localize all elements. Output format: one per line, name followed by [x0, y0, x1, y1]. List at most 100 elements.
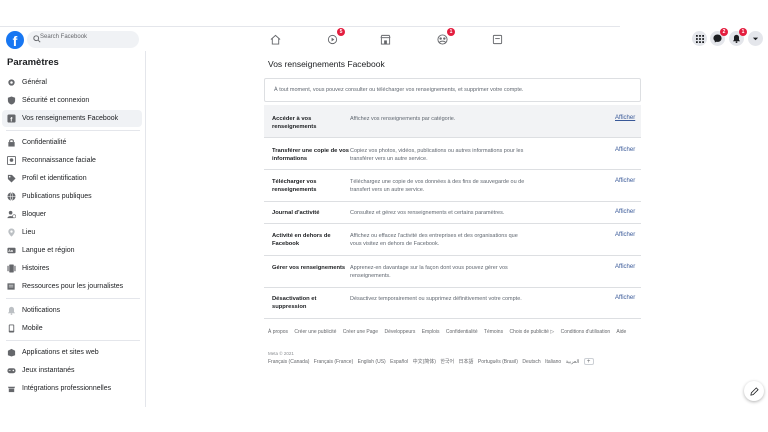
sidebar-item-mobile[interactable]: Mobile: [2, 320, 142, 337]
row-label: Journal d'activité: [272, 210, 320, 216]
sidebar-item-face-recognition[interactable]: Reconnaissance faciale: [2, 152, 142, 169]
messenger-icon[interactable]: 2: [710, 28, 728, 46]
language-link[interactable]: Français (Canada): [268, 359, 309, 365]
row-label: Activité en dehors de Facebook: [272, 233, 331, 247]
stories-icon: [7, 264, 16, 273]
sidebar-item-your-facebook-information[interactable]: f Vos renseignements Facebook: [2, 110, 142, 127]
sidebar-item-label: Général: [22, 79, 47, 86]
more-languages-button[interactable]: +: [583, 358, 594, 366]
bell-icon: [7, 306, 16, 315]
sidebar-item-location[interactable]: Lieu: [2, 224, 142, 241]
sidebar-item-journalist-resources[interactable]: Ressources pour les journalistes: [2, 278, 142, 295]
footer-link[interactable]: Confidentialité: [446, 329, 478, 335]
table-row[interactable]: Activité en dehors de Facebook Affichez …: [264, 223, 641, 255]
row-label: Transférer une copie de vos informations: [272, 148, 349, 162]
row-description: Affichez vos renseignements par catégori…: [350, 116, 456, 122]
sidebar-item-label: Confidentialité: [22, 139, 67, 146]
row-label: Accéder à vos renseignements: [272, 116, 317, 130]
watch-icon[interactable]: 5: [325, 28, 345, 45]
table-row[interactable]: Gérer vos renseignements Apprenez-en dav…: [264, 255, 641, 287]
language-icon: Aa: [7, 246, 16, 255]
row-label: Télécharger vos renseignements: [272, 179, 317, 193]
footer-link[interactable]: Développeurs: [384, 329, 415, 335]
language-link[interactable]: العربية: [566, 359, 580, 365]
row-view-link[interactable]: Afficher: [615, 232, 635, 238]
footer-link[interactable]: Créer une Page: [343, 329, 378, 335]
row-label: Désactivation et suppression: [272, 296, 317, 310]
language-link[interactable]: Español: [390, 359, 408, 365]
row-view-link[interactable]: Afficher: [615, 295, 635, 301]
table-row[interactable]: Désactivation et suppression Désactivez …: [264, 287, 641, 318]
row-description: Désactivez temporairement ou supprimez d…: [350, 296, 522, 302]
sidebar-item-business-integrations[interactable]: Intégrations professionnelles: [2, 380, 142, 397]
row-view-link[interactable]: Afficher: [615, 115, 635, 121]
language-link[interactable]: 日本語: [459, 359, 474, 365]
sidebar-item-blocking[interactable]: Bloquer: [2, 206, 142, 223]
table-row[interactable]: Télécharger vos renseignements Télécharg…: [264, 169, 641, 201]
facebook-icon: f: [7, 114, 16, 123]
footer-link[interactable]: Emplois: [422, 329, 440, 335]
notifications-bell-icon[interactable]: 1: [729, 28, 747, 46]
footer-link[interactable]: Conditions d'utilisation: [561, 329, 611, 335]
table-row[interactable]: Journal d'activité Consultez et gérez vo…: [264, 201, 641, 223]
sidebar-item-general[interactable]: Général: [2, 74, 142, 91]
row-view-link[interactable]: Afficher: [615, 264, 635, 270]
sidebar-item-label: Notifications: [22, 307, 61, 314]
sidebar-item-security[interactable]: Sécurité et connexion: [2, 92, 142, 109]
sidebar-item-label: Sécurité et connexion: [22, 97, 90, 104]
sidebar-item-public-posts[interactable]: Publications publiques: [2, 188, 142, 205]
row-label: Gérer vos renseignements: [272, 265, 346, 271]
footer-link[interactable]: Créer une publicité: [294, 329, 336, 335]
block-icon: [7, 210, 16, 219]
account-menu-chevron-down-icon[interactable]: [748, 31, 763, 46]
sidebar-item-apps-websites[interactable]: Applications et sites web: [2, 344, 142, 361]
business-icon: [7, 384, 16, 393]
marketplace-icon[interactable]: [378, 33, 392, 45]
sidebar-item-stories[interactable]: Histoires: [2, 260, 142, 277]
sidebar-item-label: Intégrations professionnelles: [22, 385, 112, 392]
language-link[interactable]: 한국어: [440, 359, 454, 365]
footer-link[interactable]: Témoins: [484, 329, 503, 335]
table-row[interactable]: Accéder à vos renseignements Affichez vo…: [264, 105, 641, 137]
row-view-link[interactable]: Afficher: [615, 209, 635, 215]
footer-link[interactable]: Choix de publicité ▷: [509, 329, 554, 335]
footer-link[interactable]: Aide: [616, 329, 626, 335]
language-link[interactable]: English (US): [358, 359, 386, 365]
page-title: Vos renseignements Facebook: [268, 59, 385, 69]
footer-link[interactable]: À propos: [268, 329, 288, 335]
footer-links: À propos Créer une publicité Créer une P…: [268, 329, 631, 335]
menu-grid-icon[interactable]: [692, 31, 707, 46]
row-view-link[interactable]: Afficher: [615, 178, 635, 184]
search-input[interactable]: Search Facebook: [27, 31, 139, 48]
shield-icon: [7, 96, 16, 105]
language-link[interactable]: Français (France): [314, 359, 353, 365]
language-link[interactable]: Deutsch: [522, 359, 540, 365]
copyright: Meta © 2021: [268, 351, 294, 356]
sidebar-item-label: Bloquer: [22, 211, 47, 218]
sidebar-item-label: Vos renseignements Facebook: [22, 115, 119, 122]
sidebar-divider: [6, 130, 140, 131]
language-link[interactable]: Português (Brasil): [478, 359, 518, 365]
lock-icon: [7, 138, 16, 147]
groups-icon[interactable]: 1: [435, 28, 455, 45]
home-icon[interactable]: [268, 33, 282, 45]
tag-icon: [7, 174, 16, 183]
new-message-edit-icon[interactable]: [744, 381, 764, 401]
search-placeholder: Search Facebook: [40, 34, 88, 40]
watch-badge: 5: [337, 28, 345, 36]
sidebar-item-profile-tagging[interactable]: Profil et identification: [2, 170, 142, 187]
game-icon: [7, 366, 16, 375]
sidebar-item-language-region[interactable]: Aa Langue et région: [2, 242, 142, 259]
facebook-logo-icon[interactable]: f: [6, 31, 24, 49]
gaming-icon[interactable]: [490, 33, 504, 45]
language-link[interactable]: Italiano: [545, 359, 561, 365]
mobile-icon: [7, 324, 16, 333]
sidebar-item-label: Jeux instantanés: [22, 367, 75, 374]
sidebar-item-notifications[interactable]: Notifications: [2, 302, 142, 319]
row-description: Consultez et gérez vos renseignements et…: [350, 210, 505, 216]
row-view-link[interactable]: Afficher: [615, 147, 635, 153]
sidebar-item-privacy[interactable]: Confidentialité: [2, 134, 142, 151]
language-link[interactable]: 中文(简体): [413, 359, 436, 365]
sidebar-item-instant-games[interactable]: Jeux instantanés: [2, 362, 142, 379]
table-row[interactable]: Transférer une copie de vos informations…: [264, 137, 641, 169]
